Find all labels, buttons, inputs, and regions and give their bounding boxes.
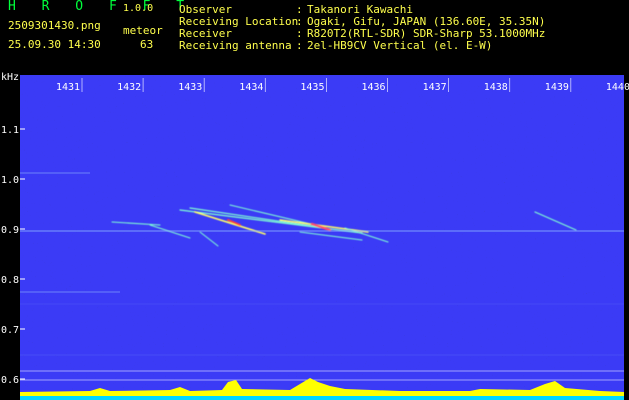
antenna-sep: : xyxy=(296,39,303,52)
x-tick-label: 1439 xyxy=(545,82,569,93)
y-tick-label: 1.1 xyxy=(1,125,19,136)
y-tick-label: 0.9 xyxy=(1,225,19,236)
x-tick-label: 1436 xyxy=(362,82,386,93)
spectrogram: 1.1 1.0 0.9 0.8 0.7 0.6 1431 1432 1433 1434 1435 1… xyxy=(1,72,629,400)
x-tick-label: 1435 xyxy=(300,82,324,93)
file-name: 2509301430.png xyxy=(8,19,101,32)
header-panel: H R O F F T 1.0.0 2509301430.png meteor … xyxy=(0,0,629,60)
y-tick-label: 1.0 xyxy=(1,175,19,186)
y-tick-label: 0.8 xyxy=(1,275,19,286)
file-type: meteor xyxy=(123,24,163,37)
meteor-count: 63 xyxy=(140,38,154,51)
y-tick-label: 0.6 xyxy=(1,375,19,386)
spectrogram-noise xyxy=(20,75,624,400)
antenna-label: Receiving antenna xyxy=(179,39,292,52)
x-tick-label: 1433 xyxy=(178,82,202,93)
x-tick-label: 1431 xyxy=(56,82,80,93)
antenna-value: 2el-HB9CV Vertical (el. E-W) xyxy=(307,39,493,52)
x-tick-label: 1432 xyxy=(117,82,141,93)
axis-unit: kHz xyxy=(1,72,19,83)
file-datetime: 25.09.30 14:30 xyxy=(8,38,101,51)
y-tick-label: 0.7 xyxy=(1,325,19,336)
x-tick-label: 1437 xyxy=(423,82,447,93)
x-tick-label: 1438 xyxy=(484,82,508,93)
app-title: H R O F F T xyxy=(8,0,194,14)
app-version: 1.0.0 xyxy=(123,3,154,14)
x-tick-label: 1440 xyxy=(606,82,629,93)
x-tick-label: 1434 xyxy=(239,82,263,93)
